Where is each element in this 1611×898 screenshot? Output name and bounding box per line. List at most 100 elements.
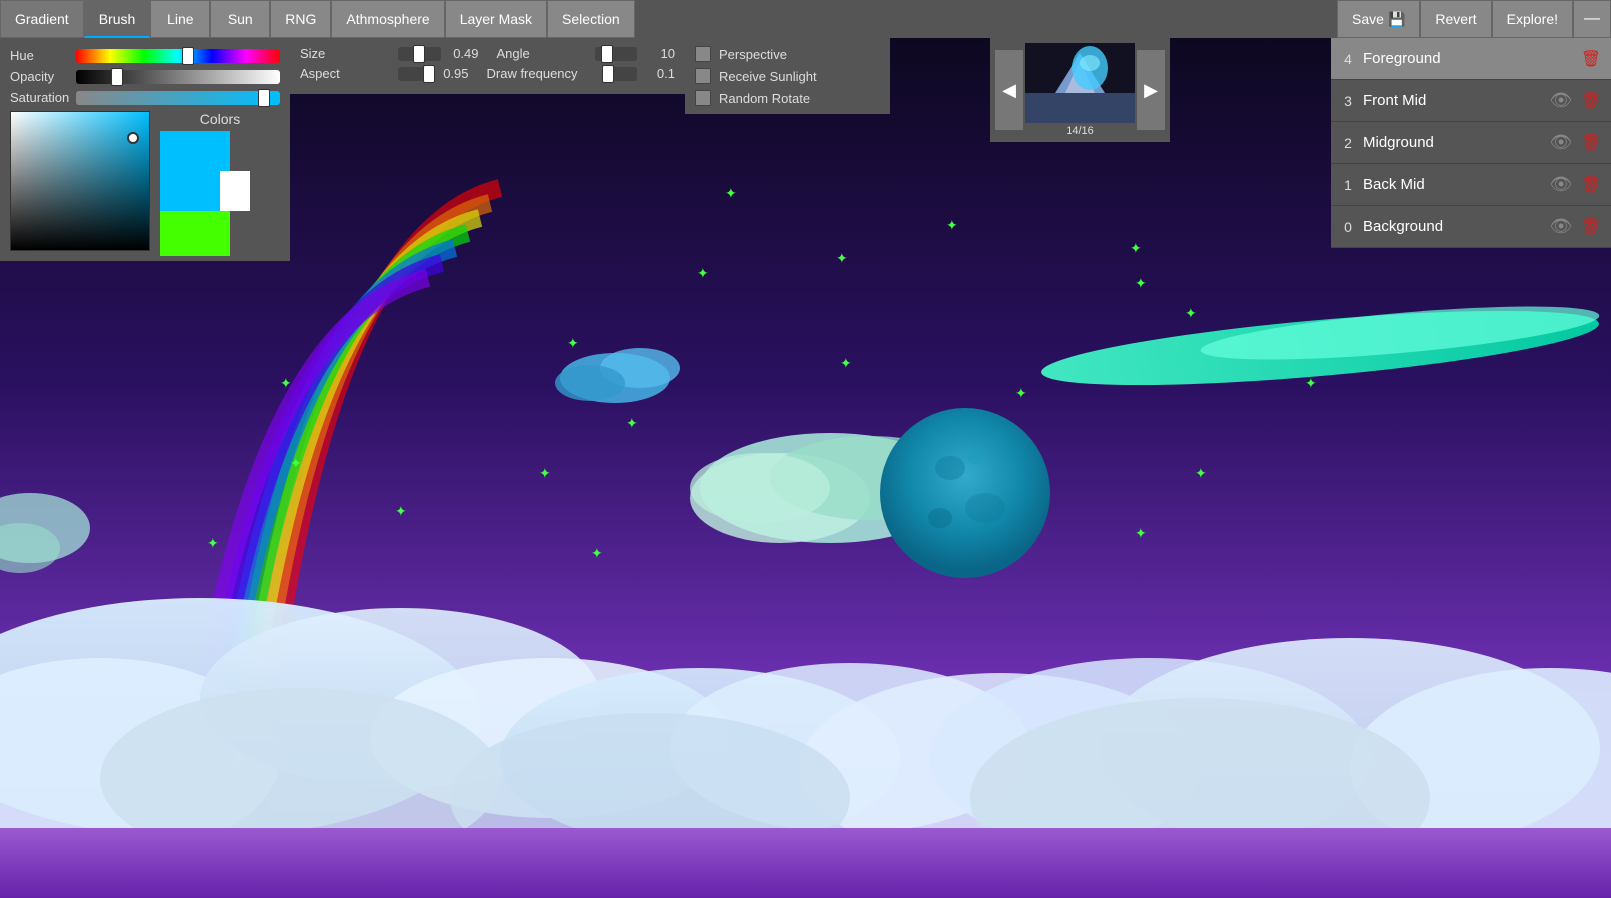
aspect-row: Aspect 0.95 Draw frequency 0.1	[300, 66, 675, 81]
layer-row-backmid: 1 Back Mid 👁 🗑	[1331, 164, 1611, 206]
saturation-slider[interactable]	[76, 91, 280, 105]
layer-delete-midground[interactable]: 🗑	[1579, 133, 1603, 153]
layer-eye-foreground[interactable]: 👁	[1549, 48, 1573, 69]
saturation-row: Saturation	[10, 90, 280, 105]
layer-eye-midground[interactable]: 👁	[1549, 132, 1573, 153]
size-label: Size	[300, 46, 390, 61]
layer-delete-foreground[interactable]: 🗑	[1579, 49, 1603, 69]
draw-freq-label: Draw frequency	[487, 66, 597, 81]
svg-text:✦: ✦	[280, 375, 292, 391]
svg-text:✦: ✦	[840, 355, 852, 371]
layer-num-2: 2	[1339, 135, 1357, 151]
svg-text:✦: ✦	[697, 265, 709, 281]
brush-panel: Size 0.49 Angle 10 Aspect 0.95 Draw freq…	[290, 38, 685, 94]
color-gradient[interactable]	[10, 111, 150, 251]
toolbar-sun-btn[interactable]: Sun	[210, 0, 270, 38]
toolbar-selection-btn[interactable]: Selection	[547, 0, 635, 38]
toolbar-line-btn[interactable]: Line	[150, 0, 210, 38]
receive-sunlight-checkbox[interactable]	[695, 68, 711, 84]
aspect-label: Aspect	[300, 66, 390, 81]
next-layer-btn[interactable]: ▶	[1137, 50, 1165, 130]
gradient-thumb	[127, 132, 139, 144]
svg-text:✦: ✦	[725, 185, 737, 201]
layer-eye-frontmid[interactable]: 👁	[1549, 90, 1573, 111]
saturation-thumb	[258, 89, 270, 107]
aspect-slider[interactable]	[398, 67, 431, 81]
svg-text:✦: ✦	[946, 217, 958, 233]
svg-text:✦: ✦	[290, 455, 302, 471]
svg-text:✦: ✦	[207, 535, 219, 551]
angle-slider[interactable]	[595, 47, 638, 61]
layer-num-1: 1	[1339, 177, 1357, 193]
svg-text:✦: ✦	[1195, 465, 1207, 481]
layer-row-background: 0 Background 👁 🗑	[1331, 206, 1611, 248]
svg-text:✦: ✦	[626, 415, 638, 431]
layer-name-midground[interactable]: Midground	[1363, 134, 1543, 151]
opacity-thumb	[111, 68, 123, 86]
colors-panel: Colors	[160, 111, 280, 251]
layer-name-backmid[interactable]: Back Mid	[1363, 176, 1543, 193]
layer-num-3: 3	[1339, 93, 1357, 109]
save-disk-icon: 💾	[1388, 11, 1405, 28]
layer-delete-backmid[interactable]: 🗑	[1579, 175, 1603, 195]
draw-freq-slider[interactable]	[605, 67, 638, 81]
layer-eye-background[interactable]: 👁	[1549, 216, 1573, 237]
toolbar-brush-btn[interactable]: Brush	[84, 0, 151, 38]
layer-row-frontmid: 3 Front Mid 👁 🗑	[1331, 80, 1611, 122]
draw-freq-thumb	[602, 65, 614, 83]
options-panel: Perspective Receive Sunlight Random Rota…	[685, 38, 890, 114]
explore-button[interactable]: Explore!	[1492, 0, 1573, 38]
revert-button[interactable]: Revert	[1420, 0, 1491, 38]
receive-sunlight-row: Receive Sunlight	[695, 68, 880, 84]
random-rotate-row: Random Rotate	[695, 90, 880, 106]
color-picker-area: Colors	[10, 111, 280, 251]
layer-row-foreground: 4 Foreground 👁 🗑	[1331, 38, 1611, 80]
toolbar-gradient-btn[interactable]: Gradient	[0, 0, 84, 38]
hue-slider[interactable]	[76, 49, 280, 63]
layer-name-frontmid[interactable]: Front Mid	[1363, 92, 1543, 109]
layer-eye-backmid[interactable]: 👁	[1549, 174, 1573, 195]
saturation-label: Saturation	[10, 90, 70, 105]
size-thumb	[413, 45, 425, 63]
svg-text:✦: ✦	[836, 250, 848, 266]
save-button[interactable]: Save 💾	[1337, 0, 1420, 38]
perspective-checkbox[interactable]	[695, 46, 711, 62]
layer-counter: 14/16	[1025, 125, 1135, 137]
svg-text:✦: ✦	[539, 465, 551, 481]
opacity-slider[interactable]	[76, 70, 280, 84]
tertiary-color-swatch[interactable]	[160, 211, 230, 256]
perspective-label: Perspective	[719, 47, 787, 62]
random-rotate-checkbox[interactable]	[695, 90, 711, 106]
toolbar-atmosphere-btn[interactable]: Athmosphere	[331, 0, 444, 38]
layer-thumbnail	[1025, 43, 1135, 123]
svg-text:✦: ✦	[1135, 275, 1147, 291]
toolbar: Gradient Brush Line Sun RNG Athmosphere …	[0, 0, 1611, 38]
perspective-row: Perspective	[695, 46, 880, 62]
svg-text:✦: ✦	[1135, 525, 1147, 541]
thumb-svg	[1025, 43, 1135, 123]
hue-label: Hue	[10, 48, 70, 63]
layer-num-0: 0	[1339, 219, 1357, 235]
toolbar-layermask-btn[interactable]: Layer Mask	[445, 0, 547, 38]
angle-value: 10	[645, 46, 675, 61]
random-rotate-label: Random Rotate	[719, 91, 810, 106]
toolbar-rng-btn[interactable]: RNG	[270, 0, 331, 38]
prev-layer-btn[interactable]: ◀	[995, 50, 1023, 130]
secondary-color-swatch[interactable]	[220, 171, 250, 211]
angle-thumb	[601, 45, 613, 63]
size-row: Size 0.49 Angle 10	[300, 46, 675, 61]
layer-delete-background[interactable]: 🗑	[1579, 217, 1603, 237]
size-slider[interactable]	[398, 47, 441, 61]
save-label: Save	[1352, 11, 1384, 27]
opacity-label: Opacity	[10, 69, 70, 84]
colors-label: Colors	[200, 111, 240, 127]
layer-name-background[interactable]: Background	[1363, 218, 1543, 235]
svg-text:✦: ✦	[591, 545, 603, 561]
layer-delete-frontmid[interactable]: 🗑	[1579, 91, 1603, 111]
hue-row: Hue	[10, 48, 280, 63]
close-button[interactable]: —	[1573, 0, 1611, 38]
layer-thumb-area: ◀ 14/16 ▶	[990, 38, 1170, 142]
aspect-thumb	[423, 65, 435, 83]
opacity-row: Opacity	[10, 69, 280, 84]
layer-name-foreground[interactable]: Foreground	[1363, 50, 1543, 67]
